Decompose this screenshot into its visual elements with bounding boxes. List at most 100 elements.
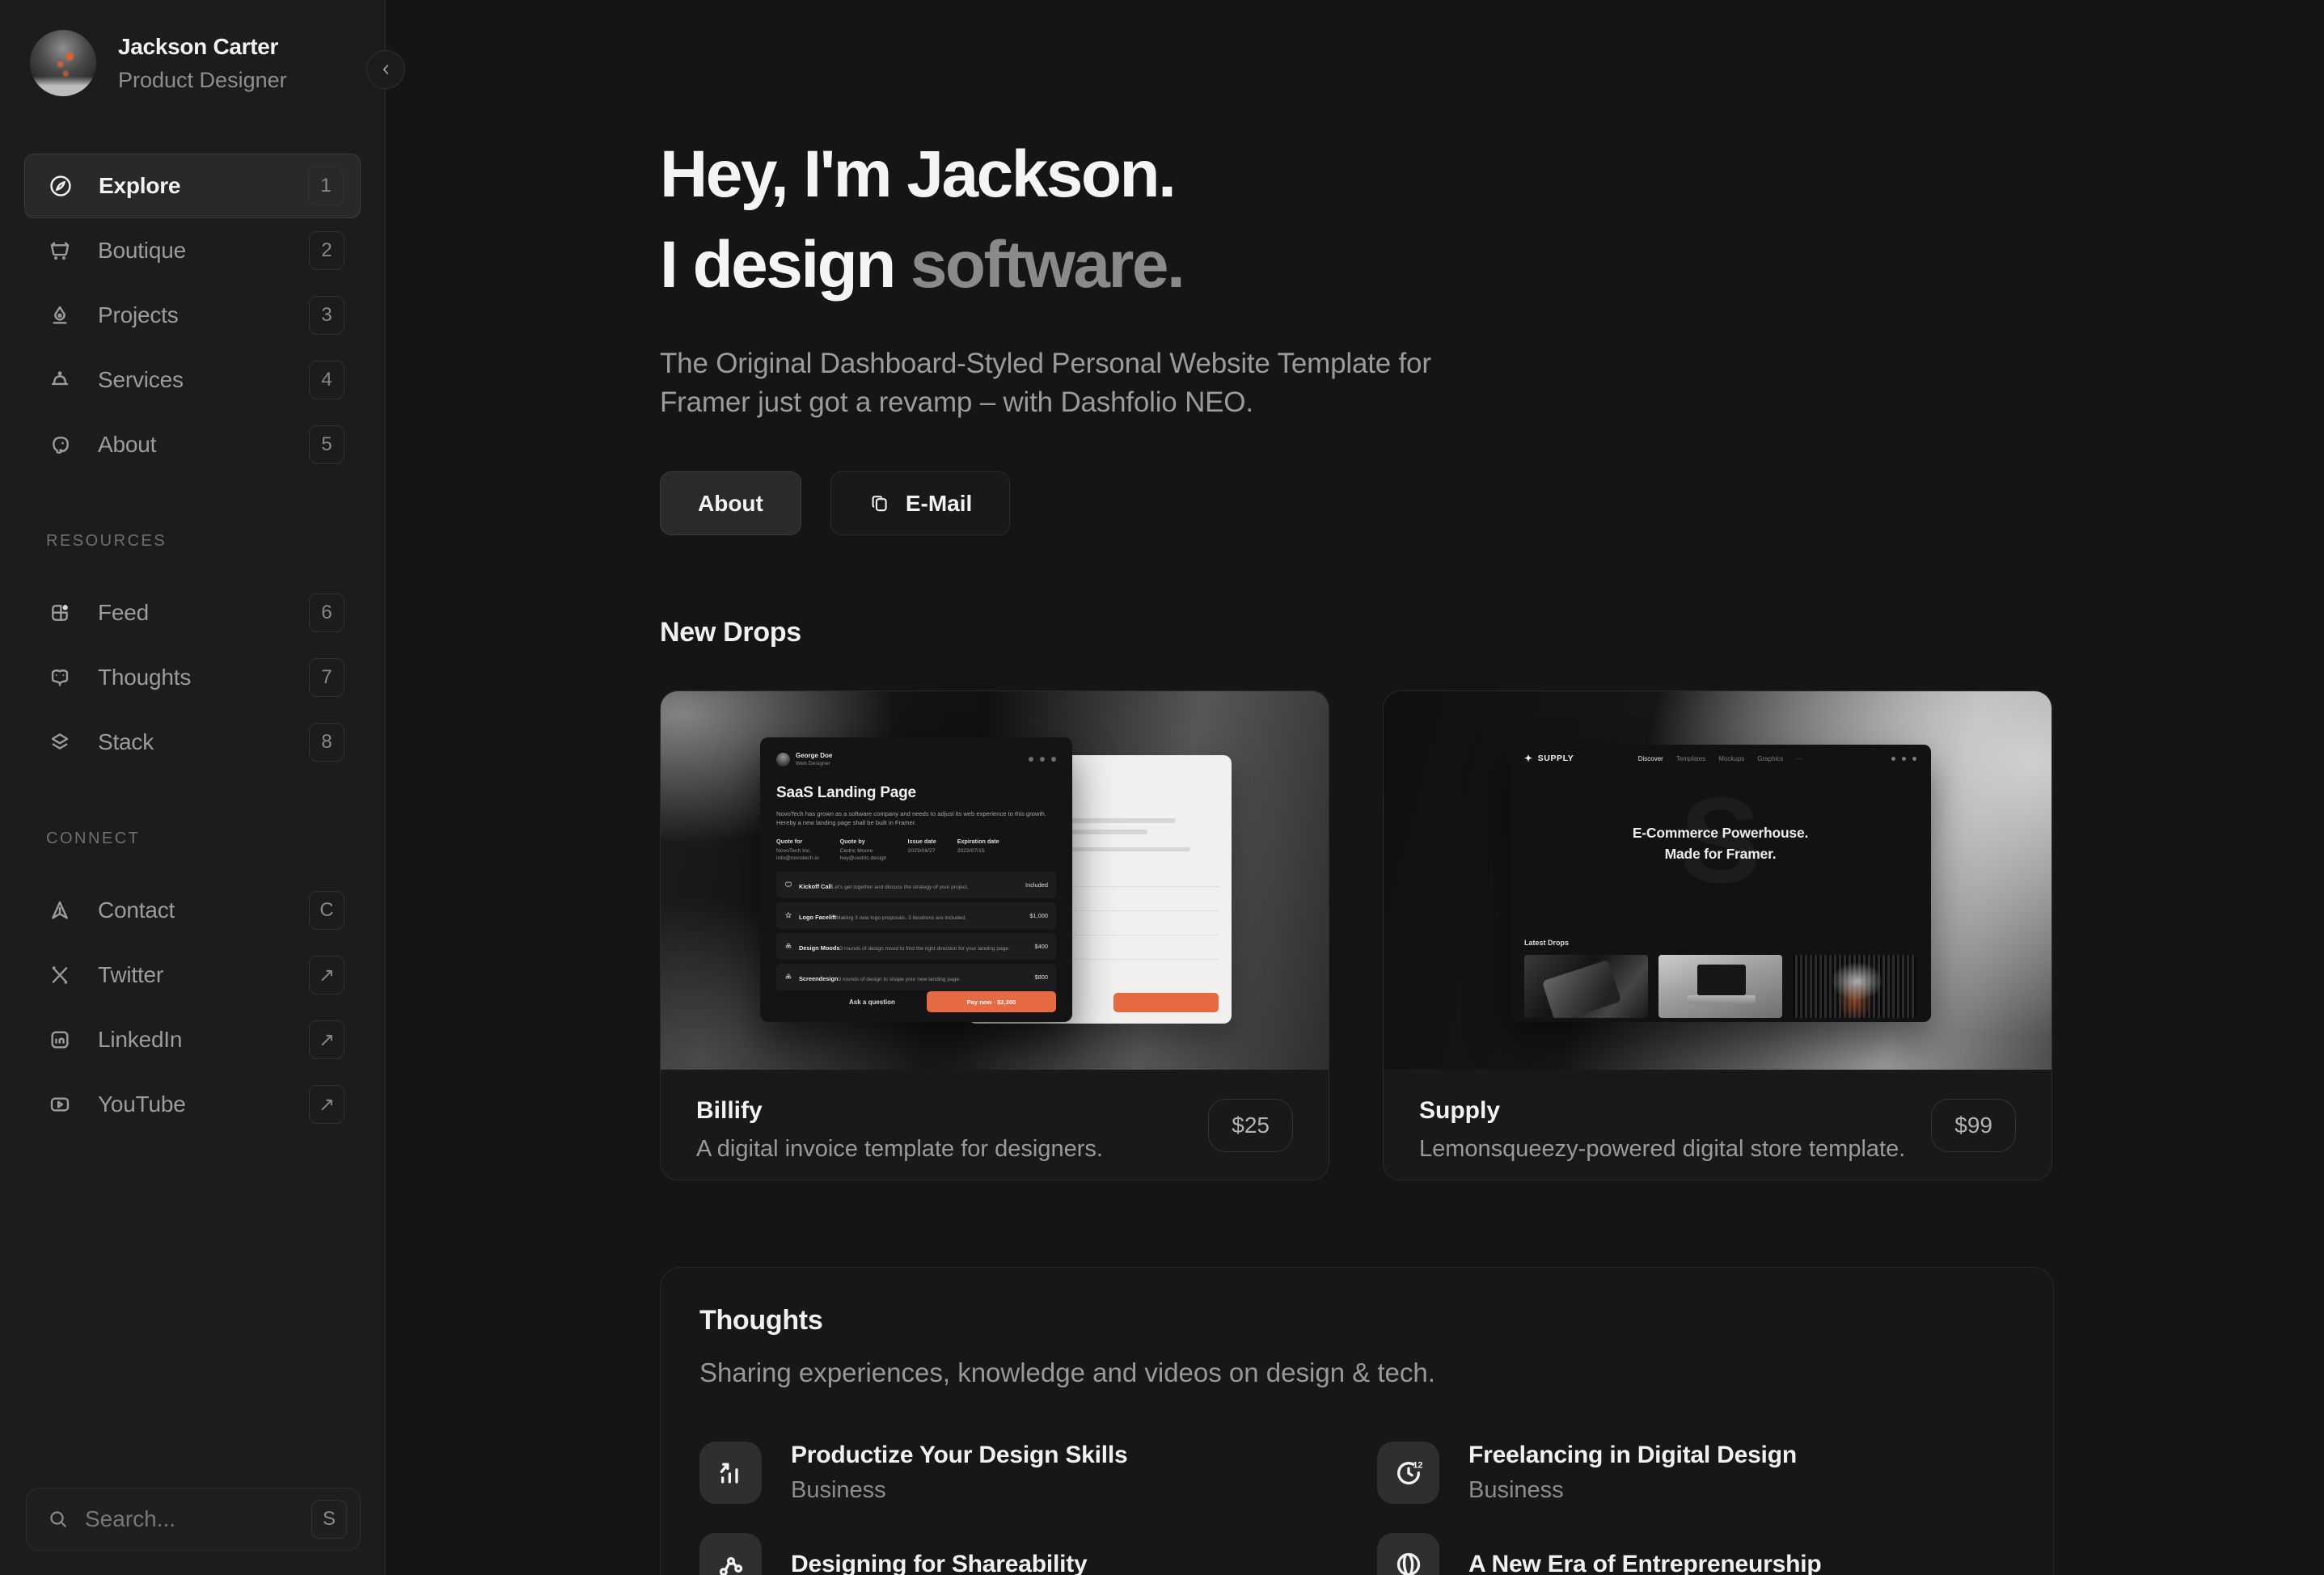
meta-value: NovoTech Inc. info@novotech.io [776, 848, 819, 861]
search-input[interactable] [85, 1506, 311, 1532]
thought-item-shareability[interactable]: Designing for Shareability [699, 1533, 1337, 1575]
thought-category: Business [1468, 1477, 1564, 1503]
price-badge: $25 [1208, 1099, 1293, 1152]
item-name: Screendesign [799, 974, 839, 982]
thumbnail-device [1524, 955, 1648, 1018]
profile-name: Jackson Carter [118, 33, 279, 59]
sidebar-item-label: Feed [98, 600, 150, 625]
light-invoice-pay-button [1113, 993, 1219, 1012]
search-shortcut-badge: S [311, 1500, 347, 1539]
facebook-icon [1912, 756, 1916, 761]
item-amount: $800 [1034, 973, 1048, 981]
cart-icon [46, 237, 74, 264]
svg-text:12: 12 [1413, 1460, 1422, 1470]
profile[interactable]: Jackson Carter Product Designer [30, 30, 287, 96]
sidebar-item-label: Projects [98, 302, 179, 327]
chevron-left-icon [377, 61, 395, 78]
thought-text: Freelancing in Digital Design Business [1468, 1442, 1797, 1504]
billify-preview-image: SaaS Landing Page Ask a question [661, 691, 1329, 1070]
primary-nav: Explore 1 Boutique 2 Projects 3 Services… [24, 154, 361, 477]
invoice-description: NovoTech has grown as a software company… [776, 810, 1046, 826]
sidebar-item-label: Twitter [98, 962, 164, 987]
sidebar-item-services[interactable]: Services 4 [24, 348, 361, 412]
pen-nib-icon [46, 302, 74, 329]
hero-title-line1: Hey, I'm Jackson. [660, 137, 1177, 211]
thought-item-freelancing[interactable]: 12 Freelancing in Digital Design Busines… [1377, 1442, 2014, 1504]
thought-title: Productize Your Design Skills [791, 1442, 1128, 1468]
thumbnail-portrait [1793, 955, 1916, 1018]
sidebar-item-twitter[interactable]: Twitter ↗ [24, 943, 361, 1007]
product-card-billify[interactable]: SaaS Landing Page Ask a question [660, 690, 1329, 1180]
chart-growth-icon [699, 1442, 762, 1504]
invoice-line-item: Screendesign3 rounds of design to shape … [776, 964, 1056, 990]
sidebar-item-feed[interactable]: Feed 6 [24, 581, 361, 645]
item-name: Logo Facelift [799, 913, 836, 921]
sidebar-item-label: Boutique [98, 238, 186, 263]
invoice-meta-col: Expiration date 2023/07/15 [957, 838, 999, 862]
sidebar-item-linkedin[interactable]: LinkedIn ↗ [24, 1007, 361, 1072]
hero-buttons: About E-Mail [660, 471, 1011, 535]
supply-preview-image: S ✦ SUPPLY Discover Templates Mockups Gra… [1384, 691, 2051, 1070]
storefront-topbar: ✦ SUPPLY Discover Templates Mockups Graph… [1510, 745, 1931, 772]
twitter-icon [1902, 756, 1906, 761]
about-button[interactable]: About [660, 471, 801, 535]
compass-icon [47, 172, 74, 200]
sidebar-item-contact[interactable]: Contact C [24, 878, 361, 943]
avatar [30, 30, 96, 96]
item-desc: Let's get together and discuss the strat… [831, 884, 969, 890]
sidebar-collapse-button[interactable] [366, 50, 405, 89]
connect-section-label: CONNECT [46, 830, 141, 847]
thought-item-entrepreneurship[interactable]: A New Era of Entrepreneurship [1377, 1533, 2014, 1575]
connect-nav: Contact C Twitter ↗ LinkedIn ↗ YouTube ↗ [24, 878, 361, 1137]
invoice-line-items: Kickoff CallLet's get together and discu… [776, 872, 1056, 990]
invoice-pay-button: Pay now · $2,200 [927, 991, 1056, 1012]
sidebar-item-stack[interactable]: Stack 8 [24, 710, 361, 775]
book-icon [46, 664, 74, 691]
thought-text: A New Era of Entrepreneurship [1468, 1551, 1822, 1575]
sidebar-item-boutique[interactable]: Boutique 2 [24, 218, 361, 283]
invoice-footer: Ask a question Pay now · $2,200 [776, 991, 1056, 1012]
new-drops-heading: New Drops [660, 617, 801, 648]
billify-caption: Billify A digital invoice template for d… [661, 1070, 1329, 1163]
sidebar-item-label: About [98, 432, 157, 457]
clock-12-icon: 12 [1377, 1442, 1439, 1504]
storefront-social-icons [1891, 756, 1916, 761]
invoice-title: SaaS Landing Page [776, 784, 916, 801]
thought-item-productize[interactable]: Productize Your Design Skills Business [699, 1442, 1337, 1504]
search-box[interactable]: S [26, 1488, 361, 1551]
chat-icon [784, 880, 792, 890]
email-button[interactable]: E-Mail [830, 471, 1011, 535]
meta-value: Cédric Moore hey@cedric.design [839, 848, 887, 861]
sidebar-item-label: LinkedIn [98, 1027, 183, 1052]
sidebar-item-projects[interactable]: Projects 3 [24, 283, 361, 348]
facebook-icon [1051, 757, 1056, 762]
product-card-supply[interactable]: S ✦ SUPPLY Discover Templates Mockups Gra… [1383, 690, 2052, 1180]
meta-value: 2023/07/15 [957, 848, 985, 854]
sidebar-item-thoughts[interactable]: Thoughts 7 [24, 645, 361, 710]
sidebar-item-explore[interactable]: Explore 1 [24, 154, 361, 218]
share-nodes-icon [699, 1533, 762, 1575]
sidebar-item-about[interactable]: About 5 [24, 412, 361, 477]
shortcut-badge: 4 [309, 361, 344, 399]
storefront-nav: Discover Templates Mockups Graphics ··· [1638, 755, 1803, 762]
invoice-author: George Doe Web Designer [796, 752, 832, 766]
item-name: Kickoff Call [799, 882, 832, 890]
face-icon [46, 431, 74, 458]
x-twitter-icon [46, 961, 74, 989]
invoice-avatar [776, 752, 790, 766]
item-name: Design Moods [799, 944, 840, 952]
thought-category: Business [791, 1477, 886, 1503]
product-description: A digital invoice template for designers… [696, 1136, 1103, 1162]
external-arrow-badge: ↗ [309, 956, 344, 994]
meta-label: Quote by [839, 838, 865, 845]
star-icon [784, 911, 792, 921]
storefront-hero-line1: E-Commerce Powerhouse. [1632, 825, 1809, 841]
bell-icon [46, 366, 74, 394]
paper-plane-icon [46, 897, 74, 924]
invoice-header: George Doe Web Designer [776, 752, 1056, 766]
sidebar-item-youtube[interactable]: YouTube ↗ [24, 1072, 361, 1137]
shortcut-badge: 8 [309, 723, 344, 762]
product-title: Billify [696, 1097, 763, 1124]
thought-title: A New Era of Entrepreneurship [1468, 1550, 1822, 1575]
invoice-line-item: Kickoff CallLet's get together and discu… [776, 872, 1056, 898]
